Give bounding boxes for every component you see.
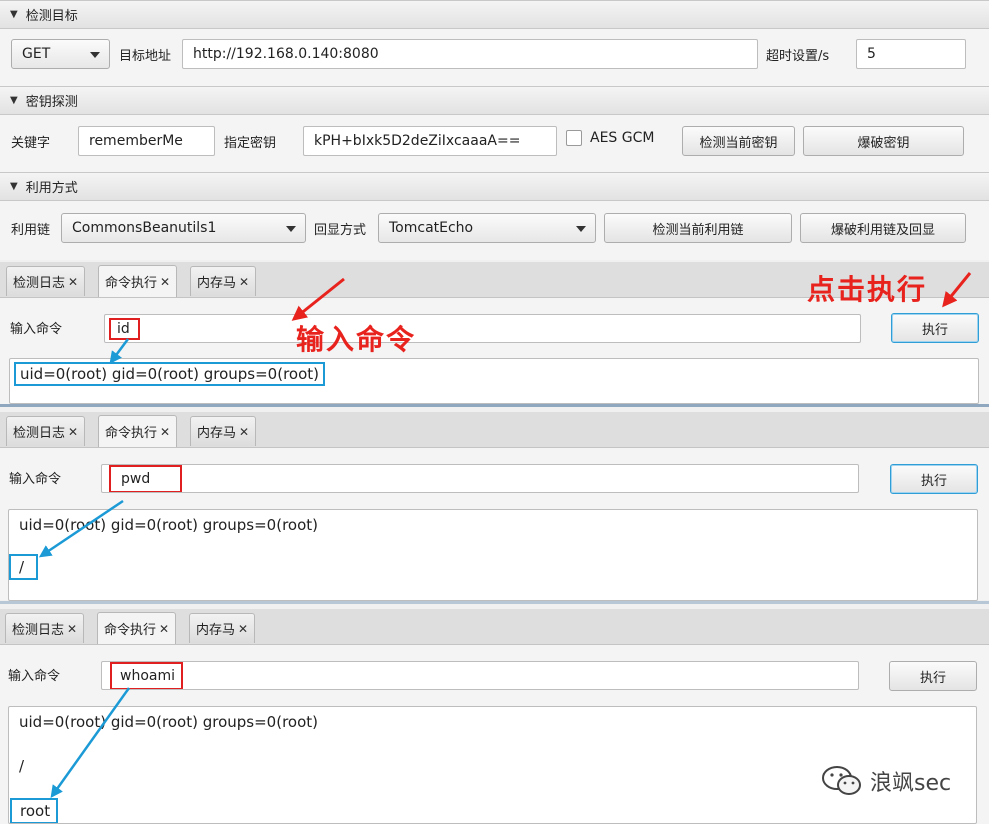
output-line: uid=0(root) gid=0(root) groups=0(root) xyxy=(20,365,319,383)
close-icon[interactable]: ✕ xyxy=(160,275,170,289)
close-icon[interactable]: ✕ xyxy=(239,275,249,289)
dropdown-arrow-icon xyxy=(576,226,586,232)
collapse-triangle-icon: ▼ xyxy=(10,95,18,106)
aes-gcm-checkbox[interactable] xyxy=(566,130,582,146)
command-output: uid=0(root) gid=0(root) groups=0(root) / xyxy=(8,509,978,601)
section-header-exploit[interactable]: ▼ 利用方式 xyxy=(0,172,989,201)
secret-input[interactable]: kPH+bIxk5D2deZiIxcaaaA== xyxy=(303,126,557,156)
close-icon[interactable]: ✕ xyxy=(159,622,169,636)
watermark-text: 浪飒sec xyxy=(870,771,952,796)
execute-button[interactable]: 执行 xyxy=(891,313,979,343)
close-icon[interactable]: ✕ xyxy=(238,622,248,636)
keyword-label: 关键字 xyxy=(11,136,51,151)
output-line: root xyxy=(10,798,59,823)
tab-mem[interactable]: 内存马 ✕ xyxy=(189,613,256,643)
output-line: uid=0(root) gid=0(root) groups=0(root) xyxy=(19,516,318,534)
tab-log[interactable]: 检测日志 ✕ xyxy=(6,416,86,446)
tab-log[interactable]: 检测日志 ✕ xyxy=(6,266,86,296)
screenshot-divider xyxy=(0,404,989,407)
echo-select[interactable]: TomcatEcho xyxy=(378,213,596,243)
watermark: 浪飒sec xyxy=(820,764,951,798)
tab-cmd-label: 命令执行 xyxy=(104,623,157,638)
tab-log-label: 检测日志 xyxy=(12,623,65,638)
execute-button[interactable]: 执行 xyxy=(889,661,977,691)
tab-mem-label: 内存马 xyxy=(196,623,236,638)
command-input-value: whoami xyxy=(110,662,183,689)
section-header-key[interactable]: ▼ 密钥探测 xyxy=(0,86,989,115)
command-input[interactable]: id xyxy=(104,314,861,343)
annotation-click-execute: 点击执行 xyxy=(807,273,928,306)
keyword-input[interactable]: rememberMe xyxy=(78,126,215,156)
tab-log-label: 检测日志 xyxy=(13,426,66,441)
tab-cmd[interactable]: 命令执行 ✕ xyxy=(98,415,178,447)
method-select-value: GET xyxy=(22,46,51,62)
echo-label: 回显方式 xyxy=(314,223,367,238)
close-icon[interactable]: ✕ xyxy=(160,425,170,439)
tab-cmd[interactable]: 命令执行 ✕ xyxy=(98,265,178,297)
chain-select-value: CommonsBeanutils1 xyxy=(72,220,217,236)
tab-log-label: 检测日志 xyxy=(13,276,66,291)
section-header-target[interactable]: ▼ 检测目标 xyxy=(0,0,989,29)
url-label: 目标地址 xyxy=(119,49,172,64)
command-output: uid=0(root) gid=0(root) groups=0(root) xyxy=(9,358,979,404)
tab-cmd-label: 命令执行 xyxy=(105,276,158,291)
command-input[interactable]: whoami xyxy=(101,661,859,690)
close-icon[interactable]: ✕ xyxy=(67,622,77,636)
brute-key-button[interactable]: 爆破密钥 xyxy=(803,126,964,156)
section-title-key: 密钥探测 xyxy=(25,95,78,110)
tab-mem-label: 内存马 xyxy=(197,276,237,291)
dropdown-arrow-icon xyxy=(90,52,100,58)
aes-gcm-label: AES GCM xyxy=(590,130,655,146)
execute-button[interactable]: 执行 xyxy=(890,464,978,494)
collapse-triangle-icon: ▼ xyxy=(10,9,18,20)
output-line: uid=0(root) gid=0(root) groups=0(root) xyxy=(19,713,318,731)
command-input-value: pwd xyxy=(109,465,183,492)
command-label: 输入命令 xyxy=(9,472,62,487)
brute-chain-button[interactable]: 爆破利用链及回显 xyxy=(800,213,966,243)
detect-chain-button[interactable]: 检测当前利用链 xyxy=(604,213,792,243)
tab-cmd-label: 命令执行 xyxy=(105,426,158,441)
annotation-input-command: 输入命令 xyxy=(296,323,417,356)
chain-label: 利用链 xyxy=(11,223,51,238)
timeout-label: 超时设置/s xyxy=(766,49,830,64)
tab-mem[interactable]: 内存马 ✕ xyxy=(190,266,257,296)
screenshot-divider xyxy=(0,601,989,604)
command-input-value: id xyxy=(109,317,140,340)
collapse-triangle-icon: ▼ xyxy=(10,181,18,192)
dropdown-arrow-icon xyxy=(286,226,296,232)
section-title-target: 检测目标 xyxy=(25,9,78,24)
tab-mem[interactable]: 内存马 ✕ xyxy=(190,416,257,446)
close-icon[interactable]: ✕ xyxy=(239,425,249,439)
tab-mem-label: 内存马 xyxy=(197,426,237,441)
url-input[interactable]: http://192.168.0.140:8080 xyxy=(182,39,758,69)
chain-select[interactable]: CommonsBeanutils1 xyxy=(61,213,306,243)
detect-key-button[interactable]: 检测当前密钥 xyxy=(682,126,795,156)
close-icon[interactable]: ✕ xyxy=(68,275,78,289)
command-input[interactable]: pwd xyxy=(101,464,859,493)
output-line: / xyxy=(19,757,25,775)
command-label: 输入命令 xyxy=(10,322,63,337)
output-line: / xyxy=(9,554,39,580)
tab-log[interactable]: 检测日志 ✕ xyxy=(5,613,85,643)
wechat-icon xyxy=(822,766,861,795)
secret-label: 指定密钥 xyxy=(224,136,277,151)
tab-cmd[interactable]: 命令执行 ✕ xyxy=(97,612,177,644)
close-icon[interactable]: ✕ xyxy=(68,425,78,439)
command-label: 输入命令 xyxy=(8,669,61,684)
section-title-exploit: 利用方式 xyxy=(25,181,78,196)
timeout-input[interactable]: 5 xyxy=(856,39,966,69)
method-select[interactable]: GET xyxy=(11,39,110,69)
echo-select-value: TomcatEcho xyxy=(389,220,474,236)
